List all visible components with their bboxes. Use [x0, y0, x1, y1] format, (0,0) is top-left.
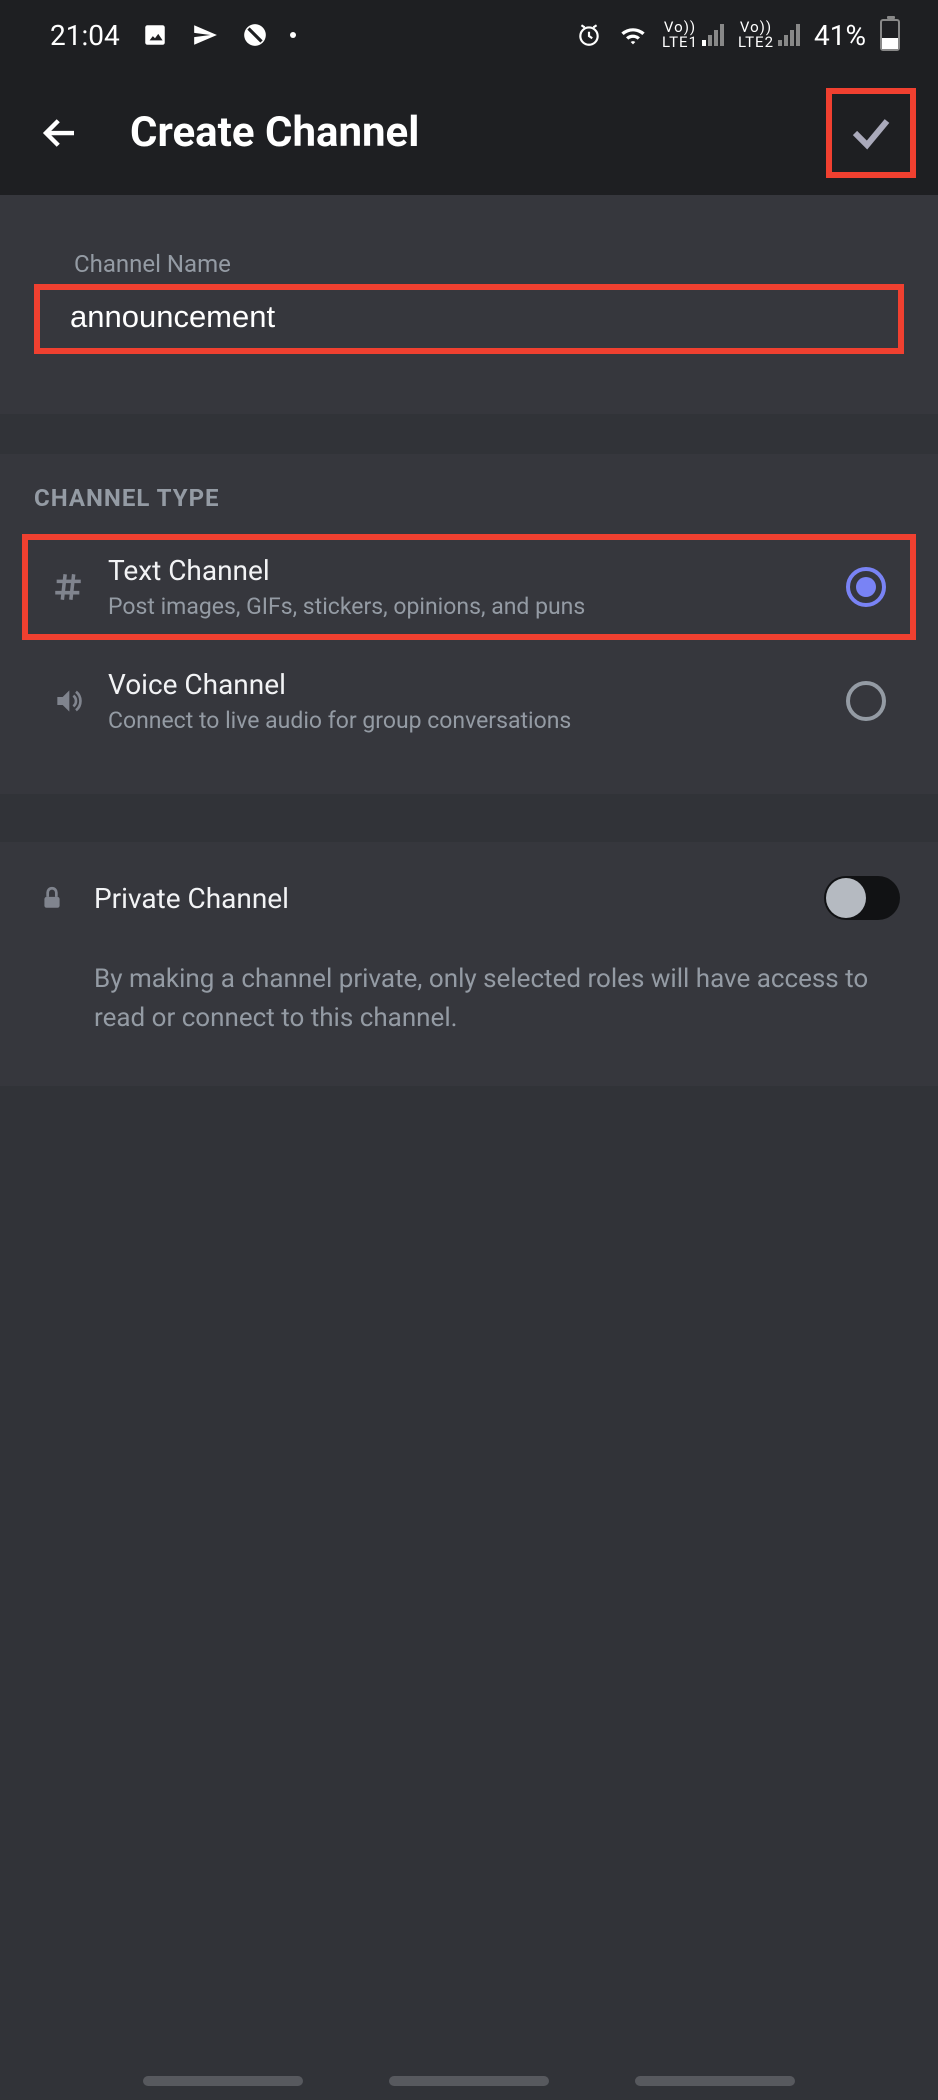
text-channel-radio[interactable]: [846, 567, 886, 607]
lte2-label: Vo)) LTE2: [738, 20, 774, 50]
nav-recents[interactable]: [143, 2076, 303, 2086]
nav-home[interactable]: [389, 2076, 549, 2086]
channel-name-input[interactable]: [70, 299, 868, 335]
battery-icon: [880, 19, 900, 51]
lock-icon: [34, 885, 70, 911]
text-channel-title: Text Channel: [108, 554, 826, 587]
speaker-icon: [48, 685, 88, 717]
battery-percent: 41%: [814, 19, 866, 52]
private-channel-label: Private Channel: [94, 882, 824, 915]
channel-type-section: CHANNEL TYPE Text Channel Post images, G…: [0, 454, 938, 794]
private-channel-section: Private Channel By making a channel priv…: [0, 842, 938, 1086]
channel-type-text[interactable]: Text Channel Post images, GIFs, stickers…: [48, 554, 890, 620]
hash-icon: [48, 570, 88, 604]
channel-name-label: Channel Name: [74, 250, 904, 278]
alarm-icon: [574, 20, 604, 50]
private-channel-toggle[interactable]: [824, 876, 900, 920]
channel-name-section: Channel Name: [0, 195, 938, 414]
confirm-button[interactable]: [841, 103, 901, 163]
back-button[interactable]: [30, 103, 90, 163]
signal-2-icon: [778, 24, 800, 46]
voice-channel-subtitle: Connect to live audio for group conversa…: [108, 707, 826, 734]
channel-type-header: CHANNEL TYPE: [22, 484, 916, 534]
image-icon: [140, 20, 170, 50]
voice-channel-title: Voice Channel: [108, 668, 826, 701]
android-status-bar: 21:04 Vo)) LTE1: [0, 0, 938, 70]
android-nav-bar: [0, 2076, 938, 2086]
text-channel-subtitle: Post images, GIFs, stickers, opinions, a…: [108, 593, 826, 620]
status-time: 21:04: [50, 19, 120, 52]
lte1-label: Vo)) LTE1: [662, 20, 698, 50]
page-title: Create Channel: [130, 108, 826, 157]
nav-back[interactable]: [635, 2076, 795, 2086]
channel-type-voice[interactable]: Voice Channel Connect to live audio for …: [48, 668, 890, 734]
notification-blocked-icon: [240, 20, 270, 50]
private-channel-description: By making a channel private, only select…: [34, 960, 904, 1038]
wifi-icon: [618, 20, 648, 50]
app-header: Create Channel: [0, 70, 938, 195]
send-icon: [190, 20, 220, 50]
status-dot: [290, 32, 296, 38]
voice-channel-radio[interactable]: [846, 681, 886, 721]
signal-1-icon: [702, 24, 724, 46]
